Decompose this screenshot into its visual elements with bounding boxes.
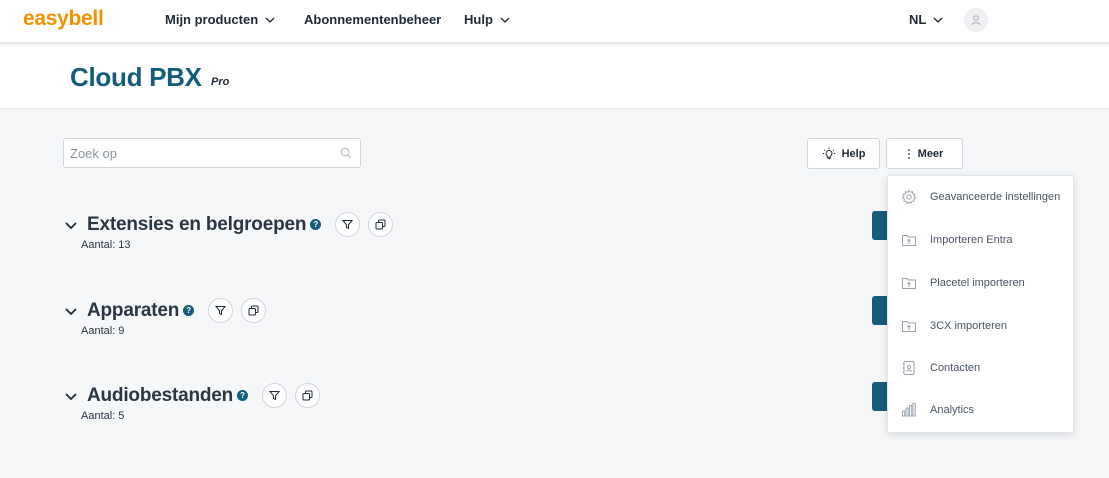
section-extensies-en-belgroepen: Extensies en belgroepen ? Aantal: 13 (64, 212, 394, 251)
language-label: NL (909, 12, 927, 27)
menu-item-label: Importeren Entra (930, 234, 1013, 246)
chevron-down-icon[interactable] (64, 218, 78, 232)
more-button-label: Meer (917, 147, 944, 160)
nav-hulp[interactable]: Hulp (464, 12, 511, 27)
page-title: Cloud PBX (70, 62, 202, 92)
chevron-down-icon (265, 17, 275, 23)
help-icon[interactable]: ? (310, 219, 322, 230)
nav-abonnementenbeheer[interactable]: Abonnementenbeheer (304, 12, 441, 27)
folder-import-icon (902, 235, 916, 246)
page-header: Cloud PBX Pro (0, 46, 1109, 109)
nav-hulp-label: Hulp (464, 12, 493, 27)
copy-button[interactable] (295, 383, 321, 408)
filter-icon (342, 220, 354, 230)
folder-import-icon (902, 321, 916, 332)
menu-item-label: Geavanceerde instellingen (930, 191, 1061, 203)
section-audiobestanden: Audiobestanden ? Aantal: 5 (64, 383, 321, 422)
menu-item-contacten[interactable]: Contacten (888, 353, 1073, 383)
section-title: Extensies en belgroepen (87, 213, 307, 235)
chevron-down-icon[interactable] (64, 304, 78, 318)
filter-button[interactable] (335, 212, 361, 237)
section-title: Apparaten (87, 299, 180, 321)
chevron-down-icon (500, 17, 510, 23)
chevron-down-icon[interactable] (64, 389, 78, 403)
menu-item-analytics[interactable]: Analytics (888, 395, 1073, 425)
more-vertical-icon (907, 148, 910, 159)
help-button-label: Help (841, 147, 866, 160)
menu-item-label: Placetel importeren (930, 277, 1025, 289)
chevron-down-icon (933, 17, 943, 23)
copy-button[interactable] (241, 298, 267, 323)
filter-button[interactable] (262, 383, 288, 408)
nav-abonnementenbeheer-label: Abonnementenbeheer (304, 12, 442, 27)
section-title: Audiobestanden (87, 384, 234, 406)
menu-item-label: 3CX importeren (930, 320, 1008, 332)
section-count: Aantal: 5 (81, 410, 125, 422)
search-input[interactable] (63, 138, 361, 168)
copy-icon (375, 219, 386, 230)
nav-mijn-producten[interactable]: Mijn producten (165, 12, 276, 27)
more-dropdown-menu: Geavanceerde instellingen Importeren Ent… (887, 175, 1074, 433)
bar-chart-icon (902, 403, 916, 417)
menu-item-label: Analytics (930, 404, 975, 416)
section-count: Aantal: 13 (81, 239, 131, 251)
avatar[interactable] (964, 8, 988, 32)
gear-icon (901, 189, 917, 205)
user-icon (971, 15, 981, 26)
lightbulb-icon (822, 147, 835, 159)
more-button[interactable]: Meer (886, 138, 963, 169)
filter-icon (269, 391, 281, 401)
search-icon (340, 147, 352, 159)
menu-item-3cx-importeren[interactable]: 3CX importeren (888, 311, 1073, 341)
page-subtitle: Pro (211, 76, 230, 88)
help-icon[interactable]: ? (237, 390, 249, 401)
copy-icon (248, 305, 259, 316)
easybell-logo[interactable]: easybell (23, 7, 104, 31)
help-icon[interactable]: ? (183, 305, 195, 316)
menu-item-placetel-importeren[interactable]: Placetel importeren (888, 268, 1073, 298)
language-selector[interactable]: NL (909, 12, 944, 27)
folder-import-icon (902, 278, 916, 289)
copy-icon (302, 390, 313, 401)
contacts-icon (902, 361, 915, 375)
copy-button[interactable] (368, 212, 394, 237)
section-count: Aantal: 9 (81, 325, 125, 337)
help-button[interactable]: Help (807, 138, 880, 169)
top-navigation-bar: easybell Mijn producten Abonnementenbehe… (0, 0, 1109, 44)
menu-item-importeren-entra[interactable]: Importeren Entra (888, 225, 1073, 255)
menu-item-geavanceerde-instellingen[interactable]: Geavanceerde instellingen (888, 182, 1073, 212)
filter-button[interactable] (208, 298, 234, 323)
section-apparaten: Apparaten ? Aantal: 9 (64, 298, 267, 337)
nav-mijn-producten-label: Mijn producten (165, 12, 259, 27)
filter-icon (215, 306, 227, 316)
menu-item-label: Contacten (930, 362, 981, 374)
